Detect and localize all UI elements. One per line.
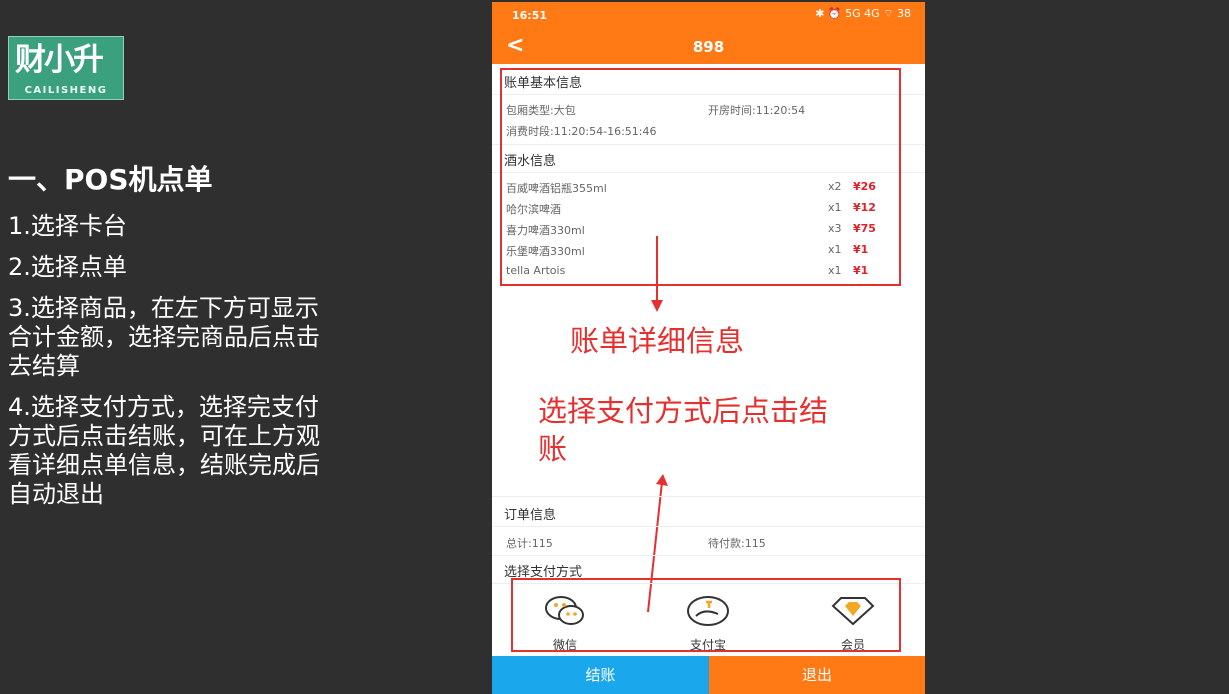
instructions-panel: 一、POS机点单 1.选择卡台 2.选择点单 3.选择商品，在左下方可显示合计金… (8, 158, 328, 521)
brand-logo: 财小升 CAILISHENG (8, 36, 124, 100)
arrow-down-annotation (651, 236, 663, 312)
nav-bar: < 898 (492, 30, 925, 64)
annotation-pay-line1: 选择支付方式后点击结 (538, 394, 829, 428)
annotation-bill-detail: 账单详细信息 (570, 324, 745, 358)
order-total: 总计:115 (506, 537, 553, 550)
instruction-step: 3.选择商品，在左下方可显示合计金额，选择完商品后点击去结算 (8, 294, 320, 380)
divider (492, 526, 925, 527)
divider (492, 555, 925, 556)
status-time: 16:51 (512, 9, 548, 22)
instructions-heading: 一、POS机点单 (8, 163, 213, 196)
order-info-title: 订单信息 (504, 508, 557, 523)
order-pending: 待付款:115 (708, 537, 766, 550)
pay-method-highlight (511, 578, 901, 652)
instruction-step: 2.选择点单 (8, 253, 127, 281)
exit-button[interactable]: 退出 (709, 656, 925, 694)
page-title: 898 (692, 38, 725, 56)
phone-screen: 16:51 ✱ ⏰ 5G 4G ⌔ 38 < 898 账单基本信息 包厢类型:大… (492, 2, 925, 694)
divider (492, 496, 925, 497)
status-icons: ✱ ⏰ 5G 4G ⌔ 38 (815, 7, 911, 20)
checkout-button[interactable]: 结账 (492, 656, 709, 694)
logo-mark: 财小升 (15, 42, 104, 78)
annotation-pay-line2: 账 (538, 432, 568, 466)
instruction-step: 1.选择卡台 (8, 212, 127, 240)
bill-detail-highlight (500, 68, 901, 286)
status-bar: 16:51 ✱ ⏰ 5G 4G ⌔ 38 (492, 2, 925, 30)
instruction-step: 4.选择支付方式，选择完支付方式后点击结账，可在上方观看详细点单信息，结账完成后… (8, 393, 320, 508)
logo-subtitle: CAILISHENG (24, 85, 108, 96)
